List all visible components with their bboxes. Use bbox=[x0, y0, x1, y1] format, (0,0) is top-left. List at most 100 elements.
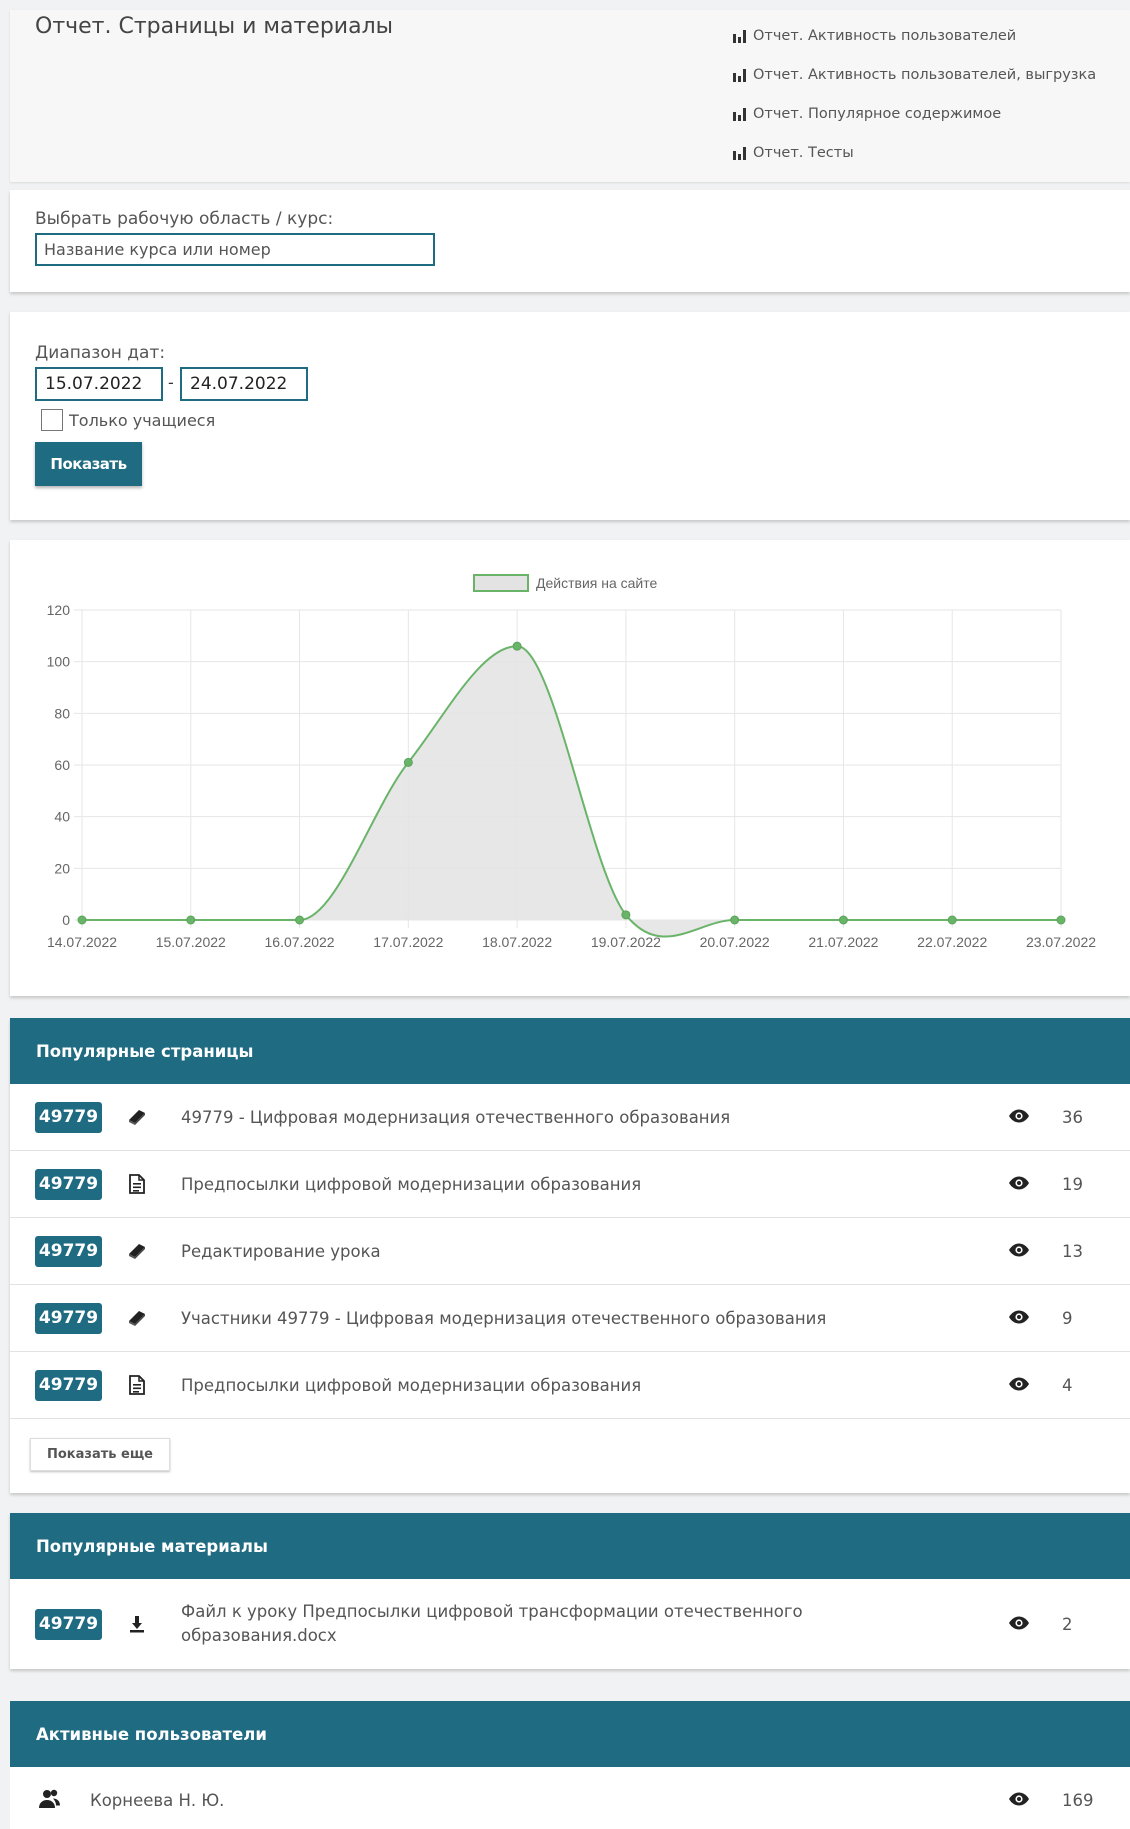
list-item: 49779 Файл к уроку Предпосылки цифровой … bbox=[10, 1579, 1130, 1669]
active-users-header: Активные пользователи bbox=[10, 1701, 1130, 1767]
report-link-label: Отчет. Активность пользователей, выгрузк… bbox=[753, 66, 1097, 83]
course-search-input[interactable] bbox=[35, 233, 435, 266]
eye-icon bbox=[1008, 1108, 1030, 1127]
x-tick-label: 14.07.2022 bbox=[47, 934, 117, 950]
popular-pages-header: Популярные страницы bbox=[10, 1018, 1130, 1084]
x-tick-label: 15.07.2022 bbox=[156, 934, 226, 950]
list-item: 49779 49779 - Цифровая модернизация отече… bbox=[10, 1084, 1130, 1151]
document-icon bbox=[126, 1374, 148, 1396]
course-badge[interactable]: 49779 bbox=[35, 1369, 102, 1401]
report-link-user-activity-export[interactable]: Отчет. Активность пользователей, выгрузк… bbox=[733, 55, 1096, 94]
document-icon bbox=[126, 1173, 148, 1195]
date-range-label: Диапазон дат: bbox=[35, 343, 166, 363]
users-icon bbox=[38, 1789, 62, 1813]
material-title-line1: Файл к уроку Предпосылки цифровой трансф… bbox=[181, 1602, 803, 1621]
show-button[interactable]: Показать bbox=[35, 442, 142, 486]
report-link-label: Отчет. Популярное содержимое bbox=[753, 105, 1002, 122]
eye-icon bbox=[1008, 1242, 1030, 1261]
book-icon bbox=[126, 1240, 148, 1262]
data-point bbox=[621, 910, 631, 920]
download-icon bbox=[126, 1613, 148, 1635]
eye-icon bbox=[1008, 1309, 1030, 1328]
data-point bbox=[730, 915, 740, 925]
bar-chart-icon bbox=[733, 107, 746, 121]
view-count: 19 bbox=[1062, 1174, 1083, 1194]
report-header-card: Отчет. Страницы и материалы Отчет. Актив… bbox=[10, 10, 1130, 182]
data-point bbox=[1056, 915, 1066, 925]
view-count: 9 bbox=[1062, 1308, 1073, 1328]
popular-materials-card: Популярные материалы 49779 Файл к уроку … bbox=[10, 1513, 1130, 1669]
report-link-label: Отчет. Активность пользователей bbox=[753, 27, 1017, 44]
view-count: 13 bbox=[1062, 1241, 1083, 1261]
page-title-link[interactable]: Предпосылки цифровой модернизации образо… bbox=[181, 1376, 641, 1395]
course-select-label: Выбрать рабочую область / курс: bbox=[35, 209, 334, 229]
data-point bbox=[947, 915, 957, 925]
series-area bbox=[82, 646, 1061, 937]
show-more-button[interactable]: Показать еще bbox=[30, 1438, 170, 1471]
eye-icon bbox=[1008, 1175, 1030, 1194]
view-count: 4 bbox=[1062, 1375, 1073, 1395]
y-tick-label: 80 bbox=[54, 705, 70, 721]
report-links: Отчет. Активность пользователей Отчет. А… bbox=[733, 16, 1096, 172]
popular-pages-list: 49779 49779 - Цифровая модернизация отече… bbox=[10, 1084, 1130, 1419]
data-point bbox=[512, 641, 522, 651]
page-title-link[interactable]: Предпосылки цифровой модернизации образо… bbox=[181, 1175, 641, 1194]
page-title-link[interactable]: Редактирование урока bbox=[181, 1242, 381, 1261]
x-tick-label: 18.07.2022 bbox=[482, 934, 552, 950]
legend-label: Действия на сайте bbox=[536, 575, 657, 591]
popular-materials-header: Популярные материалы bbox=[10, 1513, 1130, 1579]
report-link-tests[interactable]: Отчет. Тесты bbox=[733, 133, 1096, 172]
user-name[interactable]: Корнеева Н. Ю. bbox=[90, 1791, 224, 1810]
report-link-user-activity[interactable]: Отчет. Активность пользователей bbox=[733, 16, 1096, 55]
view-count: 36 bbox=[1062, 1107, 1083, 1127]
data-point bbox=[403, 757, 413, 767]
report-link-popular-content[interactable]: Отчет. Популярное содержимое bbox=[733, 94, 1096, 133]
y-tick-label: 20 bbox=[54, 860, 70, 876]
course-badge[interactable]: 49779 bbox=[35, 1168, 102, 1200]
x-tick-label: 16.07.2022 bbox=[265, 934, 335, 950]
course-badge[interactable]: 49779 bbox=[35, 1235, 102, 1267]
eye-icon bbox=[1008, 1791, 1030, 1810]
data-point bbox=[77, 915, 87, 925]
only-students-option: Только учащиеся bbox=[41, 409, 215, 431]
date-from-input[interactable] bbox=[35, 367, 163, 401]
list-item: 49779 Участники 49779 - Цифровая модерниз… bbox=[10, 1285, 1130, 1352]
page-title-link[interactable]: Участники 49779 - Цифровая модернизация … bbox=[181, 1309, 826, 1328]
x-tick-label: 20.07.2022 bbox=[700, 934, 770, 950]
date-separator: - bbox=[168, 373, 174, 392]
bar-chart-icon bbox=[733, 146, 746, 160]
list-item: 49779 Предпосылки цифровой модернизации о… bbox=[10, 1151, 1130, 1218]
list-item: Корнеева Н. Ю. 169 bbox=[10, 1767, 1130, 1829]
x-tick-label: 23.07.2022 bbox=[1026, 934, 1096, 950]
active-users-card: Активные пользователи Корнеева Н. Ю. 169 bbox=[10, 1701, 1130, 1829]
report-link-label: Отчет. Тесты bbox=[753, 144, 854, 161]
y-tick-label: 0 bbox=[62, 912, 70, 928]
popular-pages-card: Популярные страницы 49779 49779 - Цифрова… bbox=[10, 1018, 1130, 1493]
x-tick-label: 17.07.2022 bbox=[373, 934, 443, 950]
y-tick-label: 100 bbox=[47, 654, 71, 670]
y-tick-label: 40 bbox=[54, 809, 70, 825]
activity-chart: 0 20 40 60 80 100 120 14.07.2022 15.07.2022 16.07… bbox=[47, 574, 1096, 950]
only-students-checkbox[interactable] bbox=[41, 409, 63, 431]
course-badge[interactable]: 49779 bbox=[35, 1608, 102, 1640]
list-item: 49779 Предпосылки цифровой модернизации о… bbox=[10, 1352, 1130, 1419]
activity-chart-card: 0 20 40 60 80 100 120 14.07.2022 15.07.2022 16.07… bbox=[10, 540, 1130, 996]
eye-icon bbox=[1008, 1376, 1030, 1395]
legend-swatch bbox=[473, 574, 529, 592]
view-count: 169 bbox=[1062, 1791, 1094, 1810]
course-badge[interactable]: 49779 bbox=[35, 1101, 102, 1133]
list-item: 49779 Редактирование урока 13 bbox=[10, 1218, 1130, 1285]
book-icon bbox=[126, 1307, 148, 1329]
x-tick-label: 19.07.2022 bbox=[591, 934, 661, 950]
page-title: Отчет. Страницы и материалы bbox=[35, 14, 394, 39]
data-point bbox=[295, 915, 305, 925]
course-badge[interactable]: 49779 bbox=[35, 1302, 102, 1334]
book-icon bbox=[126, 1106, 148, 1128]
date-to-input[interactable] bbox=[180, 367, 308, 401]
view-count: 2 bbox=[1062, 1614, 1073, 1634]
x-tick-label: 21.07.2022 bbox=[808, 934, 878, 950]
page-title-link[interactable]: 49779 - Цифровая модернизация отечествен… bbox=[181, 1108, 730, 1127]
material-title[interactable]: Файл к уроку Предпосылки цифровой трансф… bbox=[181, 1600, 881, 1648]
eye-icon bbox=[1008, 1615, 1030, 1634]
only-students-label: Только учащиеся bbox=[69, 410, 216, 430]
